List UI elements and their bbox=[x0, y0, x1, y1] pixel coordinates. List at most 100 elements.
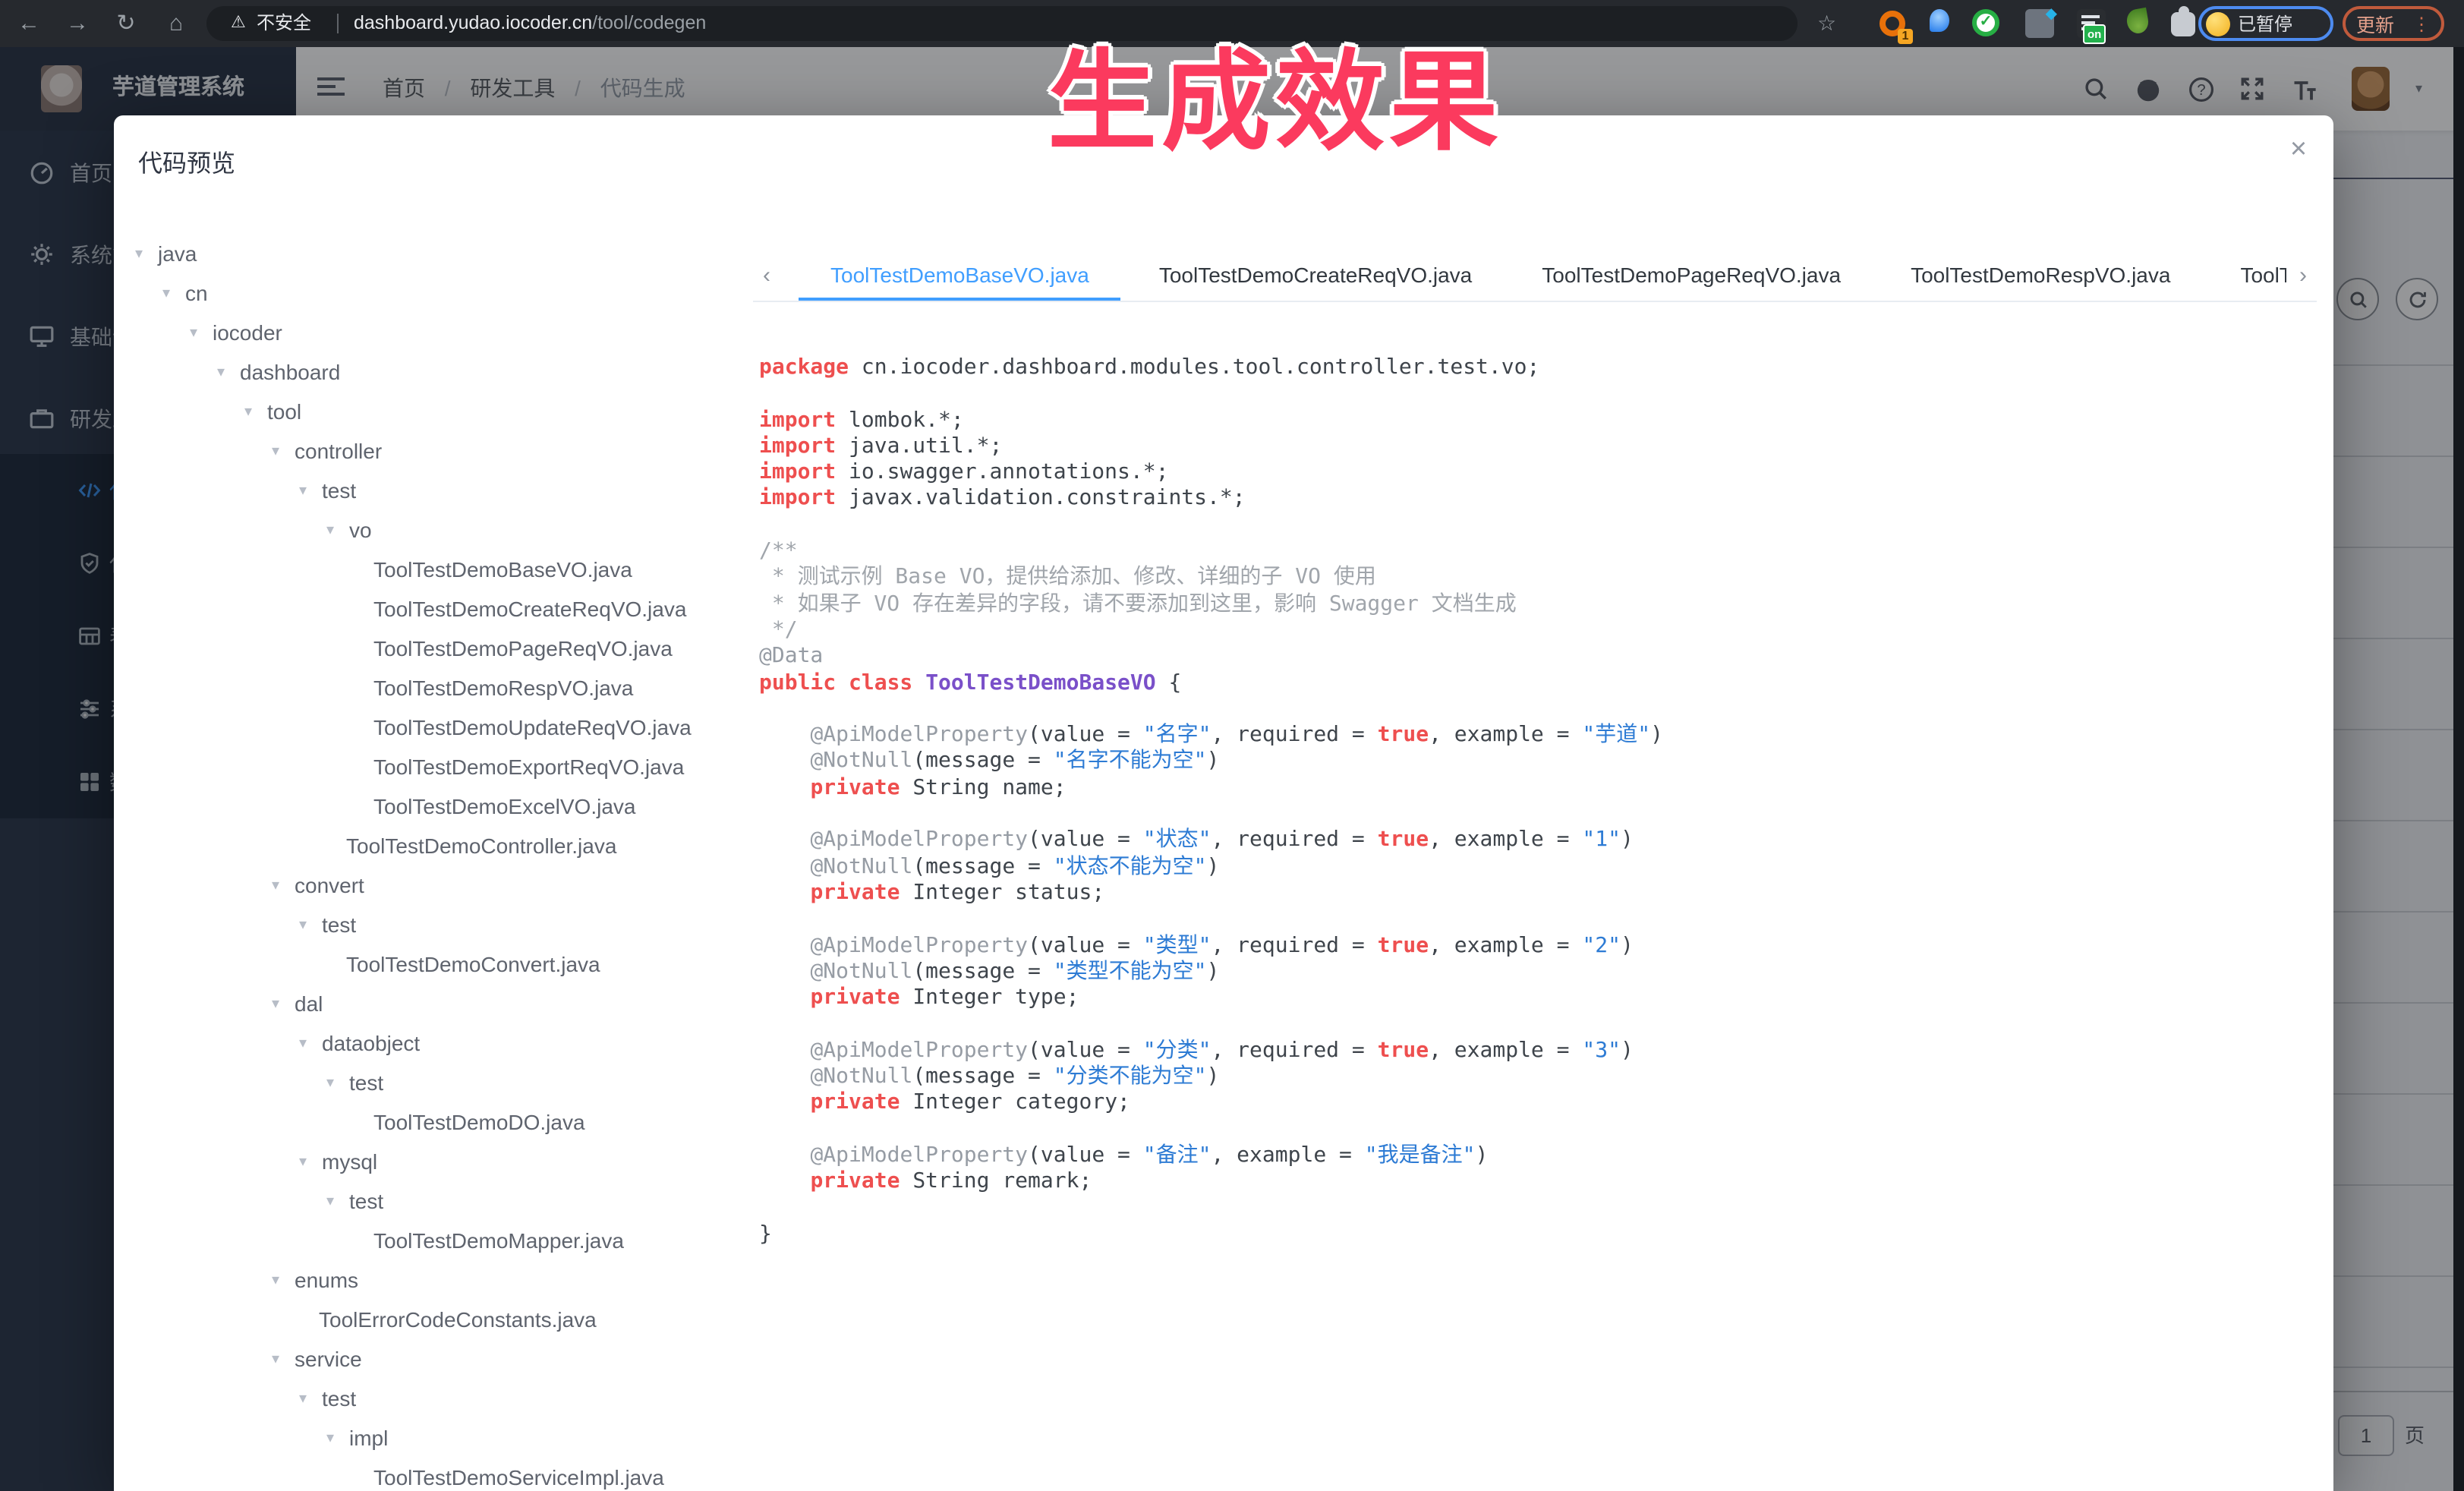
home-icon[interactable]: ⌂ bbox=[159, 0, 193, 47]
code-line: private String name; bbox=[810, 775, 1067, 800]
tree-node-file[interactable]: ToolTestDemoBaseVO.java bbox=[135, 550, 748, 589]
tree-node-file[interactable]: ToolTestDemoUpdateReqVO.java bbox=[135, 708, 748, 747]
url-path: /tool/codegen bbox=[592, 12, 707, 33]
caret-down-icon[interactable]: ▾ bbox=[162, 285, 185, 301]
tree-node-file[interactable]: ToolTestDemoExportReqVO.java bbox=[135, 747, 748, 786]
tree-node-folder[interactable]: ▾ test bbox=[135, 471, 748, 510]
tab-file-4[interactable]: ToolTe bbox=[2205, 249, 2286, 301]
close-icon[interactable]: × bbox=[2280, 134, 2317, 167]
extension-pin-icon[interactable] bbox=[1930, 9, 1949, 32]
caret-down-icon[interactable]: ▾ bbox=[326, 1074, 349, 1091]
caret-down-icon[interactable]: ▾ bbox=[299, 1035, 322, 1051]
tree-node-label: mysql bbox=[322, 1149, 378, 1174]
tree-node-folder[interactable]: ▾ tool bbox=[135, 392, 748, 431]
extension-grid-icon[interactable]: ◆ bbox=[2025, 6, 2057, 38]
tree-node-folder[interactable]: ▾ test bbox=[135, 905, 748, 944]
extension-plant-icon[interactable] bbox=[2125, 7, 2150, 36]
tree-node-file[interactable]: ToolErrorCodeConstants.java bbox=[135, 1300, 748, 1339]
tree-node-file[interactable]: ToolTestDemoDO.java bbox=[135, 1102, 748, 1142]
tab-file-2[interactable]: ToolTestDemoPageReqVO.java bbox=[1507, 249, 1876, 301]
tree-node-file[interactable]: ToolTestDemoPageReqVO.java bbox=[135, 629, 748, 668]
caret-down-icon[interactable]: ▾ bbox=[244, 403, 267, 420]
tree-node-folder[interactable]: ▾ service bbox=[135, 1339, 748, 1379]
tree-node-file[interactable]: ToolTestDemoCreateReqVO.java bbox=[135, 589, 748, 629]
tree-node-folder[interactable]: ▾ dashboard bbox=[135, 352, 748, 392]
tree-node-file[interactable]: ToolTestDemoMapper.java bbox=[135, 1221, 748, 1260]
code-line: @ApiModelProperty(value = "状态", required… bbox=[810, 827, 1634, 853]
tree-node-folder[interactable]: ▾ iocoder bbox=[135, 313, 748, 352]
caret-down-icon[interactable]: ▾ bbox=[326, 1193, 349, 1209]
tree-node-folder[interactable]: ▾ impl bbox=[135, 1418, 748, 1458]
tree-node-file[interactable]: ToolTestDemoController.java bbox=[135, 826, 748, 865]
code-line: import java.util.*; bbox=[759, 433, 1003, 459]
file-tabs: ‹ ToolTestDemoBaseVO.java ToolTestDemoCre… bbox=[753, 249, 2317, 302]
tree-node-folder[interactable]: ▾ test bbox=[135, 1063, 748, 1102]
tab-file-1[interactable]: ToolTestDemoCreateReqVO.java bbox=[1124, 249, 1507, 301]
bookmark-star-icon[interactable]: ☆ bbox=[1817, 0, 1836, 47]
code-line: private String remark; bbox=[810, 1169, 1092, 1194]
tree-node-label: dashboard bbox=[240, 360, 341, 384]
code-line: @NotNull(message = "状态不能为空") bbox=[810, 854, 1220, 879]
tree-node-folder[interactable]: ▾ java bbox=[135, 234, 748, 273]
caret-down-icon[interactable]: ▾ bbox=[299, 1153, 322, 1170]
tree-node-folder[interactable]: ▾ test bbox=[135, 1181, 748, 1221]
extensions-puzzle-icon[interactable] bbox=[2171, 6, 2195, 36]
caret-down-icon[interactable]: ▾ bbox=[272, 995, 295, 1012]
tabs-prev-icon[interactable]: ‹ bbox=[753, 249, 780, 301]
caret-down-icon[interactable]: ▾ bbox=[272, 1272, 295, 1288]
tree-node-label: ToolErrorCodeConstants.java bbox=[319, 1307, 597, 1332]
address-divider bbox=[337, 14, 339, 33]
code-line: * 测试示例 Base VO，提供给添加、修改、详细的子 VO 使用 bbox=[759, 565, 1376, 590]
address-bar[interactable]: ⚠ 不安全 dashboard.yudao.iocoder.cn/tool/co… bbox=[206, 6, 1798, 41]
tree-node-folder[interactable]: ▾ cn bbox=[135, 273, 748, 313]
tree-node-folder[interactable]: ▾ dataobject bbox=[135, 1023, 748, 1063]
caret-down-icon[interactable]: ▾ bbox=[326, 522, 349, 538]
insecure-label[interactable]: 不安全 bbox=[257, 6, 311, 41]
update-button[interactable]: 更新 ⋮ bbox=[2343, 6, 2444, 41]
caret-down-icon[interactable]: ▾ bbox=[272, 877, 295, 894]
tree-node-label: ToolTestDemoExportReqVO.java bbox=[373, 755, 685, 779]
code-line: private Integer status; bbox=[810, 880, 1105, 905]
caret-down-icon[interactable]: ▾ bbox=[190, 324, 213, 341]
tabs-next-icon[interactable]: › bbox=[2289, 249, 2317, 301]
tree-node-folder[interactable]: ▾ enums bbox=[135, 1260, 748, 1300]
caret-down-icon[interactable]: ▾ bbox=[299, 482, 322, 499]
code-line: } bbox=[759, 1221, 772, 1247]
tree-node-file[interactable]: ToolTestDemoServiceImpl.java bbox=[135, 1458, 748, 1491]
tree-node-folder[interactable]: ▾ dal bbox=[135, 984, 748, 1023]
caret-down-icon[interactable]: ▾ bbox=[135, 245, 158, 262]
tree-node-file[interactable]: ToolTestDemoConvert.java bbox=[135, 944, 748, 984]
tree-node-file[interactable]: ToolTestDemoRespVO.java bbox=[135, 668, 748, 708]
tab-file-3[interactable]: ToolTestDemoRespVO.java bbox=[1876, 249, 2205, 301]
tree-node-folder[interactable]: ▾ convert bbox=[135, 865, 748, 905]
extension-green-icon[interactable]: ✓ bbox=[1972, 9, 1999, 36]
extension-list-icon[interactable]: on bbox=[2077, 9, 2106, 44]
back-icon[interactable]: ← bbox=[12, 0, 46, 47]
tree-node-folder[interactable]: ▾ vo bbox=[135, 510, 748, 550]
caret-down-icon[interactable]: ▾ bbox=[272, 1351, 295, 1367]
code-line: @ApiModelProperty(value = "备注", example … bbox=[810, 1143, 1489, 1168]
kebab-menu-icon[interactable]: ⋮ bbox=[2412, 13, 2431, 34]
tree-node-folder[interactable]: ▾ test bbox=[135, 1379, 748, 1418]
code-line: /** bbox=[759, 539, 798, 564]
caret-down-icon[interactable]: ▾ bbox=[299, 916, 322, 933]
tree-node-label: test bbox=[322, 1386, 357, 1411]
code-line: * 如果子 VO 存在差异的字段，请不要添加到这里，影响 Swagger 文档生… bbox=[759, 591, 1517, 616]
tree-node-label: enums bbox=[295, 1268, 359, 1292]
caret-down-icon[interactable]: ▾ bbox=[272, 443, 295, 459]
window-edge bbox=[2453, 47, 2464, 1491]
caret-down-icon[interactable]: ▾ bbox=[326, 1430, 349, 1446]
caret-down-icon[interactable]: ▾ bbox=[217, 364, 240, 380]
tree-node-folder[interactable]: ▾ mysql bbox=[135, 1142, 748, 1181]
tree-node-folder[interactable]: ▾ controller bbox=[135, 431, 748, 471]
tree-node-label: service bbox=[295, 1347, 362, 1371]
diamond-icon: ◆ bbox=[2045, 6, 2057, 23]
reload-icon[interactable]: ↻ bbox=[109, 0, 143, 47]
tab-file-0[interactable]: ToolTestDemoBaseVO.java bbox=[796, 249, 1124, 301]
extension-orange-icon[interactable]: 1 bbox=[1880, 11, 1913, 44]
forward-icon[interactable]: → bbox=[61, 0, 94, 47]
caret-down-icon[interactable]: ▾ bbox=[299, 1390, 322, 1407]
profile-paused-chip[interactable]: 已暂停 bbox=[2198, 6, 2333, 41]
tree-node-file[interactable]: ToolTestDemoExcelVO.java bbox=[135, 786, 748, 826]
